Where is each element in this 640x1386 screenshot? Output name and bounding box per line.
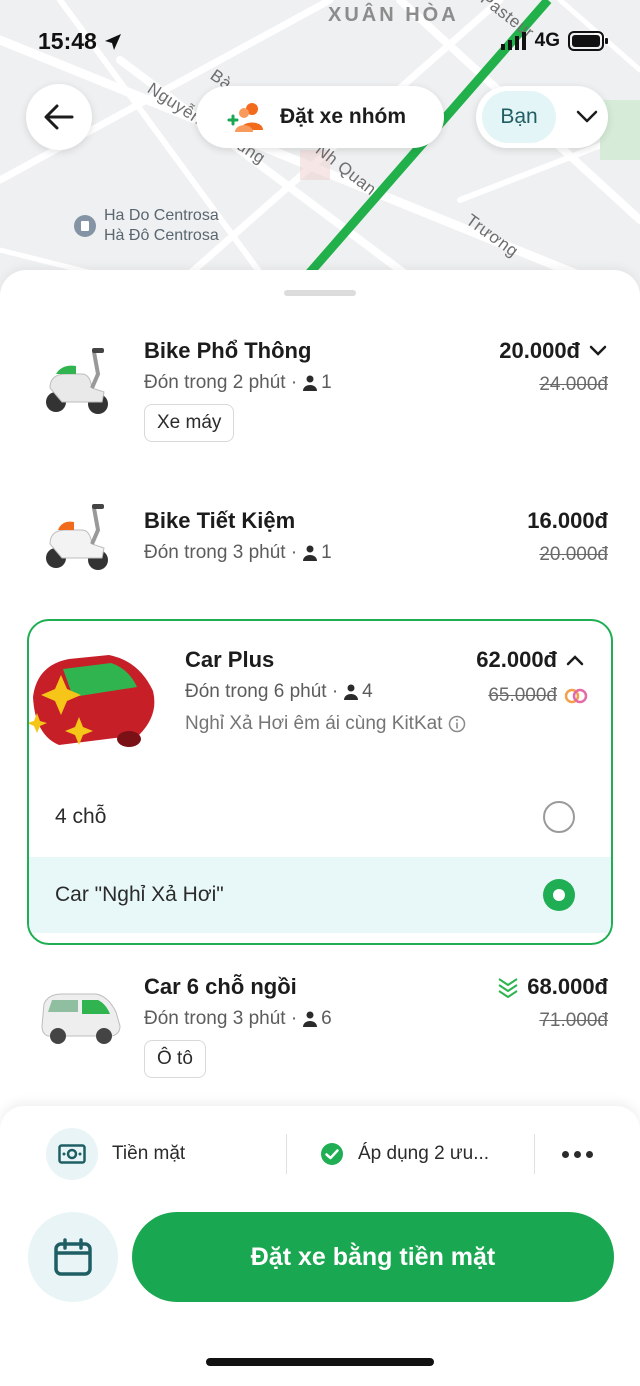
radio-unselected[interactable]	[543, 801, 575, 833]
calendar-icon	[54, 1238, 92, 1276]
promo-text: Nghỉ Xả Hơi êm ái cùng KitKat	[185, 713, 443, 734]
person-icon	[303, 1011, 318, 1027]
ride-old-price: 71.000đ	[539, 1010, 608, 1031]
ride-promo: Nghỉ Xả Hơi êm ái cùng KitKat	[185, 713, 466, 735]
group-booking-label: Đặt xe nhóm	[280, 105, 407, 128]
battery-icon	[568, 31, 608, 51]
sheet-drag-handle[interactable]	[284, 290, 356, 296]
arrow-left-icon	[44, 104, 74, 130]
motorbike-icon	[46, 504, 108, 570]
signal-icon	[500, 32, 526, 50]
eta-text: Đón trong 2 phút ·	[144, 372, 298, 393]
ride-price: 20.000đ	[499, 338, 608, 364]
poi-name-en: Ha Do Centrosa	[104, 207, 219, 224]
info-icon[interactable]	[448, 715, 466, 733]
payment-row: Tiền mặt Áp dụng 2 ưu...	[0, 1126, 640, 1182]
ride-old-price: 65.000đ	[488, 685, 589, 707]
suboption-label: Car "Nghỉ Xả Hơi"	[55, 883, 224, 906]
ride-old-price: 24.000đ	[539, 374, 608, 395]
ride-suboption-4-seat[interactable]: 4 chỗ	[29, 779, 611, 855]
promo-button[interactable]: Áp dụng 2 ưu...	[320, 1126, 489, 1182]
status-time: 15:48	[38, 28, 123, 55]
van-icon	[41, 993, 121, 1044]
booking-footer: Tiền mặt Áp dụng 2 ưu... Đặt xe bằng tiề…	[0, 1106, 640, 1386]
profile-label: Bạn	[482, 91, 556, 143]
check-circle-icon	[321, 1143, 343, 1165]
person-icon	[344, 684, 359, 700]
chevron-up-icon[interactable]	[565, 653, 585, 667]
membership-rings-icon	[564, 688, 588, 704]
ride-option-bike-pho-thong[interactable]: Bike Phổ Thông Đón trong 2 phút · 1 Xe m…	[0, 322, 640, 452]
vehicle-tag: Ô tô	[144, 1040, 206, 1078]
ride-option-bike-tiet-kiem[interactable]: Bike Tiết Kiệm Đón trong 3 phút · 1 16.0…	[0, 492, 640, 592]
price-value: 20.000đ	[499, 338, 580, 363]
seat-count: 1	[321, 372, 332, 393]
vehicle-tag: Xe máy	[144, 404, 235, 442]
ride-name: Car 6 chỗ ngồi	[144, 974, 297, 999]
home-indicator	[206, 1358, 434, 1366]
ride-eta: Đón trong 3 phút · 1	[144, 542, 332, 564]
ride-name: Bike Tiết Kiệm	[144, 508, 296, 533]
ride-old-price: 20.000đ	[539, 544, 608, 565]
profile-switch-button[interactable]: Bạn	[476, 86, 608, 148]
chevron-down-icon[interactable]	[588, 344, 608, 358]
schedule-button[interactable]	[28, 1212, 118, 1302]
divider	[286, 1134, 287, 1174]
seat-count: 1	[321, 542, 332, 563]
old-price-value: 65.000đ	[488, 685, 557, 706]
ride-eta: Đón trong 2 phút · 1	[144, 372, 332, 394]
eta-text: Đón trong 3 phút ·	[144, 1008, 298, 1029]
payment-method-button[interactable]: Tiền mặt	[46, 1126, 185, 1182]
ride-eta: Đón trong 3 phút · 6	[144, 1008, 332, 1030]
promo-label: Áp dụng 2 ưu...	[358, 1143, 490, 1164]
map-poi[interactable]: Ha Do Centrosa Hà Đô Centrosa	[74, 206, 219, 246]
ride-suboption-nghi-xa-hoi[interactable]: Car "Nghỉ Xả Hơi"	[29, 857, 611, 933]
status-bar: 15:48 4G	[0, 0, 640, 80]
ride-option-car-6-cho[interactable]: Car 6 chỗ ngồi Đón trong 3 phút · 6 Ô tô…	[0, 960, 640, 1090]
book-ride-button[interactable]: Đặt xe bằng tiền mặt	[132, 1212, 614, 1302]
clock: 15:48	[38, 28, 97, 54]
group-users-icon	[227, 103, 263, 132]
person-icon	[303, 545, 318, 561]
payment-label: Tiền mặt	[112, 1143, 186, 1164]
chevron-down-icon	[576, 110, 598, 123]
person-icon	[303, 375, 318, 391]
more-options-icon[interactable]	[562, 1126, 593, 1182]
radio-selected[interactable]	[543, 879, 575, 911]
cash-icon	[46, 1128, 98, 1180]
eco-chevrons-icon	[498, 978, 518, 998]
suboption-label: 4 chỗ	[55, 805, 107, 828]
back-button[interactable]	[26, 84, 92, 150]
building-icon	[74, 215, 96, 237]
eta-text: Đón trong 3 phút ·	[144, 542, 298, 563]
ride-price: 62.000đ	[476, 647, 585, 673]
location-arrow-icon	[104, 33, 121, 50]
seat-count: 4	[362, 681, 373, 702]
network-type: 4G	[534, 30, 560, 51]
car-sparkle-icon	[29, 655, 155, 747]
price-value: 68.000đ	[527, 974, 608, 999]
poi-name-vi: Hà Đô Centrosa	[104, 227, 219, 244]
ride-name: Car Plus	[185, 647, 275, 672]
price-value: 62.000đ	[476, 647, 557, 672]
ride-eta: Đón trong 6 phút · 4	[185, 681, 373, 703]
ride-price: 68.000đ	[497, 974, 608, 1000]
motorbike-icon	[46, 348, 108, 414]
ride-option-car-plus[interactable]: Car Plus Đón trong 6 phút · 4 Nghỉ Xả Hơ…	[27, 619, 613, 945]
ride-price: 16.000đ	[527, 508, 608, 533]
group-booking-button[interactable]: Đặt xe nhóm	[196, 86, 444, 148]
ride-name: Bike Phổ Thông	[144, 338, 312, 363]
eta-text: Đón trong 6 phút ·	[185, 681, 339, 702]
divider	[534, 1134, 535, 1174]
seat-count: 6	[321, 1008, 332, 1029]
